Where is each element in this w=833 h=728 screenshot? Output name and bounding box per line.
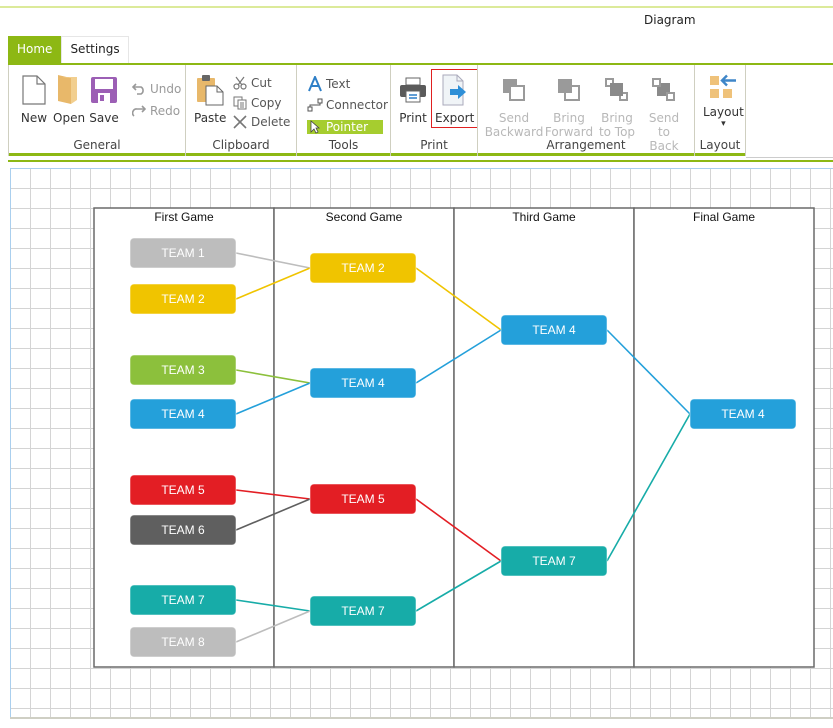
team-node-label: TEAM 1 xyxy=(161,246,205,260)
team-node[interactable]: TEAM 1 xyxy=(129,237,237,269)
team-node[interactable]: TEAM 2 xyxy=(309,252,417,284)
team-node[interactable]: TEAM 4 xyxy=(309,367,417,399)
team-node-label: TEAM 2 xyxy=(161,292,205,306)
team-node-label: TEAM 6 xyxy=(161,523,205,537)
team-node-label: TEAM 7 xyxy=(532,554,576,568)
team-node[interactable]: TEAM 4 xyxy=(689,398,797,430)
team-node-label: TEAM 4 xyxy=(532,323,576,337)
team-node[interactable]: TEAM 8 xyxy=(129,626,237,658)
bracket-column[interactable] xyxy=(633,207,815,668)
team-node[interactable]: TEAM 6 xyxy=(129,514,237,546)
column-title: Final Game xyxy=(693,210,755,224)
team-node[interactable]: TEAM 2 xyxy=(129,283,237,315)
team-node-label: TEAM 2 xyxy=(341,261,385,275)
team-node[interactable]: TEAM 4 xyxy=(500,314,608,346)
team-node[interactable]: TEAM 3 xyxy=(129,354,237,386)
tournament-diagram: First Game Second Game Third Game Final Gam… xyxy=(93,207,815,668)
column-title: Second Game xyxy=(326,210,403,224)
team-node-label: TEAM 3 xyxy=(161,363,205,377)
team-node[interactable]: TEAM 7 xyxy=(129,584,237,616)
team-node-label: TEAM 5 xyxy=(161,483,205,497)
column-title: First Game xyxy=(154,210,214,224)
team-node[interactable]: TEAM 5 xyxy=(309,483,417,515)
team-node[interactable]: TEAM 5 xyxy=(129,474,237,506)
team-node-label: TEAM 4 xyxy=(341,376,385,390)
column-title: Third Game xyxy=(512,210,576,224)
team-node-label: TEAM 5 xyxy=(341,492,385,506)
team-node[interactable]: TEAM 7 xyxy=(309,595,417,627)
team-node-label: TEAM 7 xyxy=(341,604,385,618)
team-node-label: TEAM 8 xyxy=(161,635,205,649)
team-node-label: TEAM 7 xyxy=(161,593,205,607)
team-node-label: TEAM 4 xyxy=(721,407,765,421)
bracket-column[interactable] xyxy=(453,207,635,668)
team-node[interactable]: TEAM 7 xyxy=(500,545,608,577)
team-node[interactable]: TEAM 4 xyxy=(129,398,237,430)
team-node-label: TEAM 4 xyxy=(161,407,205,421)
